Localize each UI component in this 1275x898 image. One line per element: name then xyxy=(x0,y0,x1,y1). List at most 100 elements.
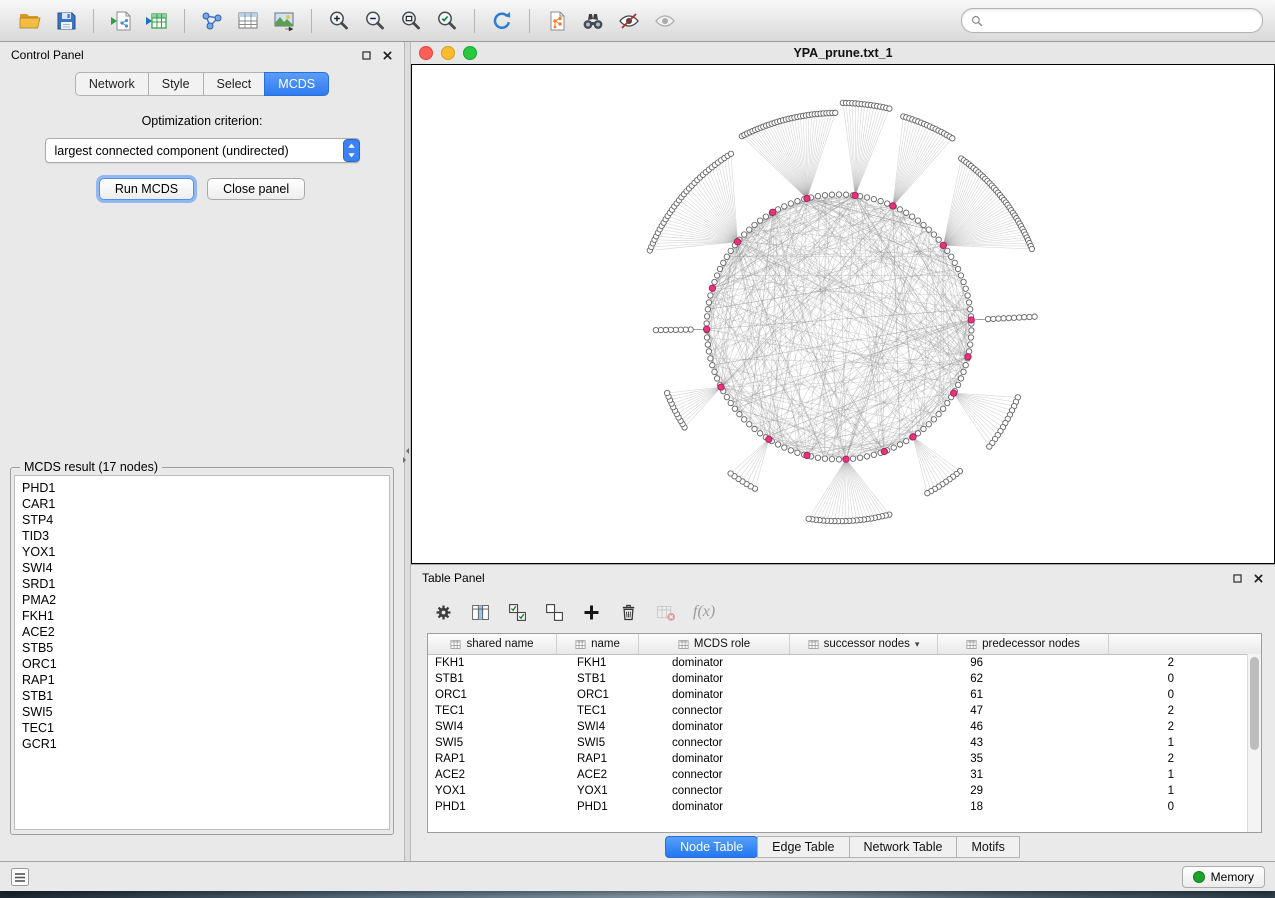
add-row-button[interactable] xyxy=(576,597,606,627)
table-cell: 43 xyxy=(829,737,997,749)
close-control-panel-icon[interactable] xyxy=(382,50,393,61)
close-panel-button[interactable]: Close panel xyxy=(207,178,305,200)
mcds-result-item[interactable]: ORC1 xyxy=(22,656,382,672)
mcds-result-item[interactable]: CAR1 xyxy=(22,496,382,512)
mcds-result-item[interactable]: TEC1 xyxy=(22,720,382,736)
mcds-result-item[interactable]: TID3 xyxy=(22,528,382,544)
column-header-name[interactable]: name xyxy=(557,634,639,654)
clone-network-icon xyxy=(545,9,569,33)
table-scrollbar-thumb[interactable] xyxy=(1250,657,1259,750)
mcds-result-item[interactable]: STB5 xyxy=(22,640,382,656)
mcds-result-item[interactable]: SWI5 xyxy=(22,704,382,720)
mcds-result-item[interactable]: STB1 xyxy=(22,688,382,704)
task-history-icon[interactable] xyxy=(10,867,30,887)
search-input[interactable] xyxy=(988,13,1253,29)
mcds-result-item[interactable]: STP4 xyxy=(22,512,382,528)
table-row[interactable]: SWI5SWI5connector431 xyxy=(428,735,1261,751)
new-network-button[interactable] xyxy=(194,4,230,38)
mcds-result-item[interactable]: PHD1 xyxy=(22,480,382,496)
mcds-result-item[interactable]: GCR1 xyxy=(22,736,382,752)
zoom-in-button[interactable] xyxy=(321,4,357,38)
import-table-button[interactable] xyxy=(139,4,175,38)
delete-rows-icon xyxy=(618,602,639,623)
table-tab-motifs[interactable]: Motifs xyxy=(956,836,1019,858)
toolbar-icon-group xyxy=(12,4,683,38)
hide-annotations-button[interactable] xyxy=(611,4,647,38)
import-network-button[interactable] xyxy=(103,4,139,38)
table-cell: dominator xyxy=(665,721,829,733)
table-row[interactable]: ACE2ACE2connector311 xyxy=(428,767,1261,783)
column-header-shared-name[interactable]: shared name xyxy=(428,634,557,654)
delete-rows-button[interactable] xyxy=(613,597,643,627)
zoom-selected-button[interactable] xyxy=(429,4,465,38)
close-table-panel-icon[interactable] xyxy=(1253,573,1264,584)
table-cell: SWI5 xyxy=(570,737,665,749)
network-canvas[interactable] xyxy=(411,64,1275,564)
column-header-MCDS-role[interactable]: MCDS role xyxy=(639,634,790,654)
table-panel-tabbar: Node TableEdge TableNetwork TableMotifs xyxy=(411,833,1275,861)
control-tab-style[interactable]: Style xyxy=(148,72,204,96)
table-cell: ACE2 xyxy=(428,769,570,781)
zoom-out-button[interactable] xyxy=(357,4,393,38)
new-table-button[interactable] xyxy=(230,4,266,38)
control-tab-select[interactable]: Select xyxy=(203,72,266,96)
table-row[interactable]: YOX1YOX1connector291 xyxy=(428,783,1261,799)
function-builder-button[interactable]: f(x) xyxy=(693,603,715,621)
search-binoculars-button[interactable] xyxy=(575,4,611,38)
clone-network-button[interactable] xyxy=(539,4,575,38)
mcds-result-item[interactable]: ACE2 xyxy=(22,624,382,640)
mcds-result-item[interactable]: RAP1 xyxy=(22,672,382,688)
table-cell: 2 xyxy=(997,657,1188,669)
export-image-button[interactable] xyxy=(266,4,302,38)
attribute-icon xyxy=(966,639,977,650)
delete-table-button[interactable] xyxy=(650,597,680,627)
table-row[interactable]: TEC1TEC1connector472 xyxy=(428,703,1261,719)
column-header-predecessor-nodes[interactable]: predecessor nodes xyxy=(938,634,1109,654)
refresh-layout-button[interactable] xyxy=(484,4,520,38)
table-cell: 1 xyxy=(997,785,1188,797)
table-tab-edge-table[interactable]: Edge Table xyxy=(757,836,849,858)
window-close-button[interactable] xyxy=(419,46,433,60)
save-session-icon xyxy=(54,9,78,33)
mcds-result-item[interactable]: PMA2 xyxy=(22,592,382,608)
table-tab-node-table[interactable]: Node Table xyxy=(665,836,758,858)
float-control-panel-icon[interactable] xyxy=(361,50,372,61)
run-mcds-button[interactable]: Run MCDS xyxy=(99,178,194,200)
table-cell: PHD1 xyxy=(570,801,665,813)
mcds-result-item[interactable]: SRD1 xyxy=(22,576,382,592)
table-row[interactable]: PHD1PHD1dominator180 xyxy=(428,799,1261,815)
column-header-successor-nodes[interactable]: successor nodes▾ xyxy=(790,634,938,654)
unselect-all-rows-button[interactable] xyxy=(539,597,569,627)
show-columns-button[interactable] xyxy=(465,597,495,627)
control-tab-network[interactable]: Network xyxy=(75,72,149,96)
toolbar-separator xyxy=(311,9,312,33)
save-session-button[interactable] xyxy=(48,4,84,38)
table-cell: STB1 xyxy=(428,673,570,685)
mcds-result-item[interactable]: FKH1 xyxy=(22,608,382,624)
window-minimize-button[interactable] xyxy=(441,46,455,60)
select-all-rows-button[interactable] xyxy=(502,597,532,627)
show-annotations-button[interactable] xyxy=(647,4,683,38)
open-folder-button[interactable] xyxy=(12,4,48,38)
column-settings-gear-button[interactable] xyxy=(428,597,458,627)
splitter-collapse-handle[interactable] xyxy=(403,448,409,463)
mcds-result-item[interactable]: YOX1 xyxy=(22,544,382,560)
table-row[interactable]: FKH1FKH1dominator962 xyxy=(428,655,1261,671)
table-row[interactable]: SWI4SWI4dominator462 xyxy=(428,719,1261,735)
mcds-result-item[interactable]: SWI4 xyxy=(22,560,382,576)
table-cell: 2 xyxy=(997,753,1188,765)
table-row[interactable]: ORC1ORC1dominator610 xyxy=(428,687,1261,703)
table-row[interactable]: RAP1RAP1dominator352 xyxy=(428,751,1261,767)
criterion-dropdown[interactable]: largest connected component (undirected) xyxy=(45,138,360,163)
zoom-fit-button[interactable] xyxy=(393,4,429,38)
control-tab-mcds[interactable]: MCDS xyxy=(264,72,329,96)
search-box[interactable] xyxy=(961,8,1263,33)
float-table-panel-icon[interactable] xyxy=(1232,573,1243,584)
memory-button[interactable]: Memory xyxy=(1182,866,1265,888)
table-tab-network-table[interactable]: Network Table xyxy=(849,836,958,858)
table-row[interactable]: STB1STB1dominator620 xyxy=(428,671,1261,687)
panel-splitter[interactable] xyxy=(404,42,411,861)
table-toolbar: f(x) xyxy=(411,591,1275,633)
table-scrollbar[interactable] xyxy=(1247,654,1261,832)
window-zoom-button[interactable] xyxy=(463,46,477,60)
